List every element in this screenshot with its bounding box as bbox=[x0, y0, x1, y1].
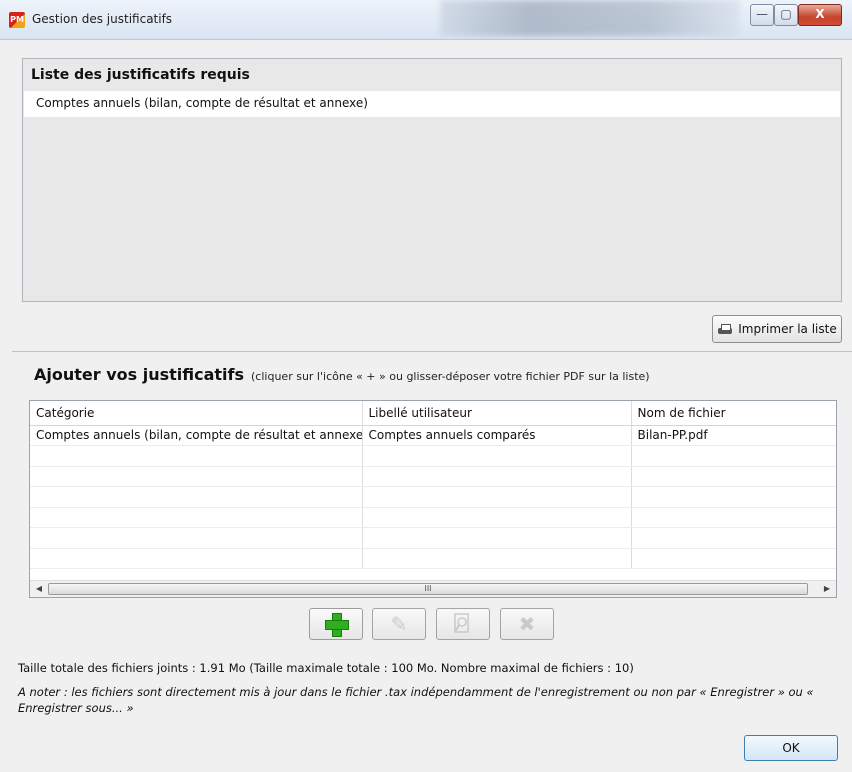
cell-user-label: Comptes annuels comparés bbox=[362, 425, 632, 446]
plus-icon bbox=[325, 613, 349, 637]
attachments-table[interactable]: Catégorie Libellé utilisateur Nom de fic… bbox=[29, 400, 837, 598]
column-header-file-name[interactable]: Nom de fichier bbox=[631, 401, 836, 426]
maximize-button[interactable]: ▢ bbox=[774, 4, 798, 26]
magnifier-icon bbox=[454, 613, 469, 633]
section-divider bbox=[12, 351, 852, 352]
column-header-user-label[interactable]: Libellé utilisateur bbox=[362, 401, 632, 426]
add-file-button[interactable] bbox=[309, 608, 363, 640]
scroll-right-icon[interactable]: ▶ bbox=[820, 583, 834, 595]
table-row-empty bbox=[30, 486, 836, 508]
add-documents-heading: Ajouter vos justificatifs (cliquer sur l… bbox=[34, 365, 650, 384]
print-list-label: Imprimer la liste bbox=[738, 322, 837, 336]
add-documents-title: Ajouter vos justificatifs bbox=[34, 365, 245, 384]
cell-category: Comptes annuels (bilan, compte de résult… bbox=[30, 425, 363, 446]
app-icon: PM bbox=[9, 12, 25, 28]
required-list-item[interactable]: Comptes annuels (bilan, compte de résult… bbox=[24, 91, 840, 117]
horizontal-scrollbar[interactable]: ◀ III ▶ bbox=[30, 580, 836, 597]
delete-file-button[interactable]: ✖ bbox=[500, 608, 554, 640]
table-row-empty bbox=[30, 445, 836, 467]
minimize-button[interactable]: — bbox=[750, 4, 774, 26]
scroll-left-icon[interactable]: ◀ bbox=[32, 583, 46, 595]
view-file-button[interactable] bbox=[436, 608, 490, 640]
print-list-button[interactable]: Imprimer la liste bbox=[712, 315, 842, 343]
table-row[interactable]: Comptes annuels (bilan, compte de résult… bbox=[30, 425, 836, 446]
printer-icon bbox=[717, 323, 733, 336]
scrollbar-thumb[interactable]: III bbox=[48, 583, 808, 595]
blurred-background bbox=[440, 0, 740, 36]
ok-button[interactable]: OK bbox=[744, 735, 838, 761]
x-icon: ✖ bbox=[518, 612, 536, 636]
dialog-window: PM Gestion des justificatifs — ▢ X Liste… bbox=[0, 0, 852, 772]
close-button[interactable]: X bbox=[798, 4, 842, 26]
table-row-empty bbox=[30, 527, 836, 549]
required-list-heading: Liste des justificatifs requis bbox=[31, 67, 250, 83]
window-title: Gestion des justificatifs bbox=[32, 12, 173, 26]
pencil-icon: ✎ bbox=[390, 612, 408, 636]
table-row-empty bbox=[30, 548, 836, 569]
cell-file-name: Bilan-PP.pdf bbox=[631, 425, 836, 446]
edit-file-button[interactable]: ✎ bbox=[372, 608, 426, 640]
column-header-category[interactable]: Catégorie bbox=[30, 401, 363, 426]
save-note: A noter : les fichiers sont directement … bbox=[18, 685, 814, 715]
table-row-empty bbox=[30, 507, 836, 528]
total-size-info: Taille totale des fichiers joints : 1.91… bbox=[18, 661, 634, 675]
required-documents-panel: Liste des justificatifs requis Comptes a… bbox=[22, 58, 842, 302]
table-row-empty bbox=[30, 466, 836, 487]
table-header-row: Catégorie Libellé utilisateur Nom de fic… bbox=[30, 401, 836, 426]
add-documents-hint: (cliquer sur l'icône « + » ou glisser-dé… bbox=[251, 370, 650, 383]
title-bar[interactable]: PM Gestion des justificatifs — ▢ X bbox=[0, 0, 852, 40]
